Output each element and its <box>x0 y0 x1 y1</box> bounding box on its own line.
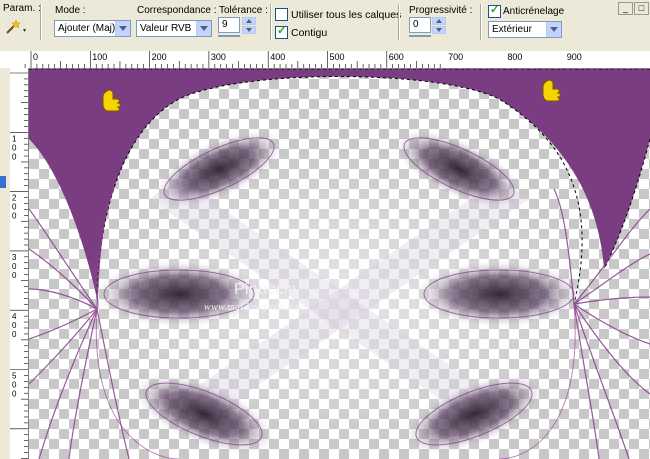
ruler-label: 0 <box>12 203 17 212</box>
spin-down-icon[interactable] <box>432 26 446 34</box>
tolerance-slider-indicator[interactable] <box>218 35 240 37</box>
ruler-label: 1 <box>12 134 17 143</box>
ruler-label: 0 <box>12 143 17 152</box>
ruler-label: 400 <box>270 52 285 62</box>
side-panel-strip <box>0 68 10 459</box>
mode-label: Mode : <box>55 5 86 16</box>
mode-select[interactable]: Ajouter (Maj) <box>54 20 131 37</box>
ruler-label: 0 <box>12 321 17 330</box>
tolerance-spinner[interactable] <box>242 17 256 34</box>
ruler-label: 0 <box>12 152 17 161</box>
tool-options-bar: Param. : Mode : Ajouter (Maj) Correspond… <box>0 0 650 45</box>
toolbar-separator <box>398 4 400 40</box>
mode-value: Ajouter (Maj) <box>58 23 116 34</box>
spin-up-icon[interactable] <box>242 17 256 25</box>
progressivite-input[interactable]: 0 <box>409 17 431 33</box>
petal-mid-right <box>414 261 584 327</box>
progressivite-slider-indicator[interactable] <box>409 35 431 37</box>
anticrenelage-checkbox[interactable] <box>488 3 501 18</box>
ruler-label: 0 <box>12 271 17 280</box>
image-canvas[interactable]: Pinuccia www.maidiregrafica.eu <box>29 69 650 459</box>
spin-down-icon[interactable] <box>242 26 256 34</box>
chevron-down-icon[interactable] <box>115 21 130 36</box>
maximize-button[interactable]: □ <box>634 2 649 15</box>
toolbar-separator <box>270 4 272 40</box>
toolbar-separator <box>480 4 482 40</box>
tolerance-input[interactable]: 9 <box>218 17 240 33</box>
ruler-label: 0 <box>12 381 17 390</box>
ruler-label: 600 <box>389 52 404 62</box>
ruler-label: 800 <box>507 52 522 62</box>
ruler-label: 3 <box>12 253 17 262</box>
use-all-layers-label: Utiliser tous les calques <box>291 9 402 21</box>
watermark-title: Pinuccia <box>234 281 297 298</box>
ruler-horizontal: 0 100 200 300 400 500 600 700 800 900 <box>0 51 650 69</box>
ruler-label: 0 <box>33 52 38 62</box>
ruler-label: 500 <box>330 52 345 62</box>
watermark-url: www.maidiregrafica.eu <box>204 302 306 313</box>
ruler-label: 4 <box>12 312 17 321</box>
correspondance-value: Valeur RVB <box>140 23 192 34</box>
ruler-label: 0 <box>12 330 17 339</box>
correspondance-label: Correspondance : <box>137 5 217 16</box>
anticrenelage-mode-value: Extérieur <box>492 24 533 35</box>
ruler-label: 0 <box>12 262 17 271</box>
toolbar-separator <box>40 4 42 40</box>
progressivite-value: 0 <box>413 19 419 30</box>
chevron-down-icon[interactable] <box>196 21 211 36</box>
correspondance-select[interactable]: Valeur RVB <box>136 20 212 37</box>
progressivite-spinner[interactable] <box>432 17 446 34</box>
ruler-label: 0 <box>12 390 17 399</box>
ruler-label: 100 <box>92 52 107 62</box>
anticrenelage-mode-select[interactable]: Extérieur <box>488 21 562 38</box>
spin-up-icon[interactable] <box>432 17 446 25</box>
param-label: Param. : <box>3 3 41 14</box>
tolerance-label: Tolérance : <box>219 5 268 16</box>
tolerance-value: 9 <box>222 19 228 30</box>
window-frame <box>0 44 650 51</box>
ruler-label: 200 <box>152 52 167 62</box>
use-all-layers-checkbox[interactable] <box>275 8 288 21</box>
anticrenelage-label: Anticrénelage <box>503 6 565 17</box>
ruler-vertical: 100200300400500 <box>10 68 29 459</box>
ruler-label: 5 <box>12 372 17 381</box>
contigu-checkbox[interactable] <box>275 24 288 39</box>
ruler-label: 0 <box>12 212 17 221</box>
chevron-down-icon[interactable] <box>546 22 561 37</box>
ruler-label: 300 <box>211 52 226 62</box>
contigu-label: Contigu <box>291 27 328 39</box>
ruler-label: 2 <box>12 194 17 203</box>
ruler-label: 900 <box>567 52 582 62</box>
panel-tab[interactable] <box>0 176 6 188</box>
ruler-label: 700 <box>448 52 463 62</box>
magic-wand-icon[interactable] <box>4 18 28 36</box>
minimize-button[interactable]: _ <box>618 2 633 15</box>
progressivite-label: Progressivité : <box>409 5 473 16</box>
